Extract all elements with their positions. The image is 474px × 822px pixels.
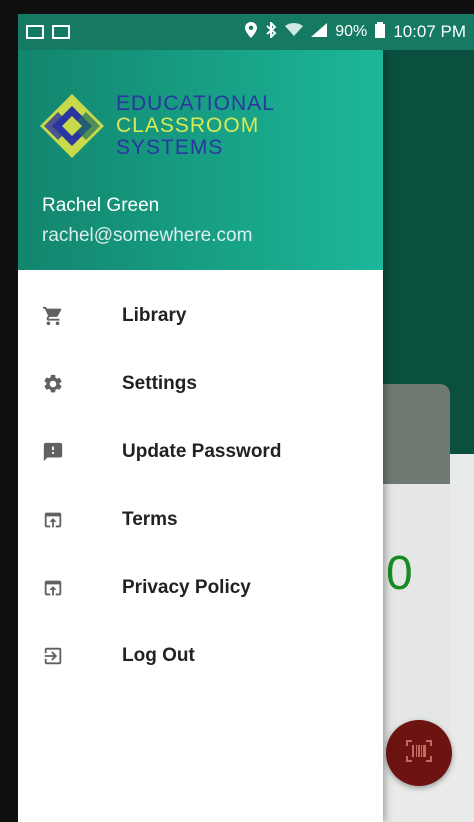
location-icon xyxy=(245,21,258,43)
battery-icon xyxy=(375,21,386,43)
menu-item-library[interactable]: Library xyxy=(18,282,383,350)
menu-item-settings[interactable]: Settings xyxy=(18,350,383,418)
image-notification-icon xyxy=(52,25,70,39)
barcode-scan-icon xyxy=(406,739,432,767)
exit-icon xyxy=(42,645,64,667)
menu-item-label: Update Password xyxy=(122,441,282,462)
user-email: rachel@somewhere.com xyxy=(42,225,253,246)
battery-percentage: 90% xyxy=(335,23,368,40)
menu-item-privacy-policy[interactable]: Privacy Policy xyxy=(18,554,383,622)
menu-item-update-password[interactable]: Update Password xyxy=(18,418,383,486)
feedback-icon xyxy=(42,441,64,463)
menu-item-label: Settings xyxy=(122,373,197,394)
status-bar: 90% 10:07 PM xyxy=(18,14,474,50)
gmail-notification-icon xyxy=(26,25,44,39)
menu-item-label: Terms xyxy=(122,509,178,530)
logo-wordmark: EDUCATIONAL CLASSROOM SYSTEMS xyxy=(116,93,275,159)
menu-item-label: Privacy Policy xyxy=(122,577,251,598)
menu-item-log-out[interactable]: Log Out xyxy=(18,622,383,690)
user-name: Rachel Green xyxy=(42,195,160,216)
menu-item-terms[interactable]: Terms xyxy=(18,486,383,554)
scan-button[interactable] xyxy=(386,720,452,786)
clock: 10:07 PM xyxy=(393,22,466,41)
wifi-icon xyxy=(285,22,304,42)
signal-icon xyxy=(311,22,328,42)
logo-line-1: EDUCATIONAL xyxy=(116,92,275,115)
logo-line-3: SYSTEMS xyxy=(116,136,224,159)
logo-line-2: CLASSROOM xyxy=(116,114,260,137)
drawer-header: EDUCATIONAL CLASSROOM SYSTEMS Rachel Gre… xyxy=(18,50,383,270)
bluetooth-icon xyxy=(265,20,277,43)
navigation-drawer: EDUCATIONAL CLASSROOM SYSTEMS Rachel Gre… xyxy=(18,50,383,822)
gear-icon xyxy=(42,373,64,395)
drawer-menu: Library Settings Update Password Terms P… xyxy=(18,282,383,690)
cart-icon xyxy=(42,305,64,327)
menu-item-label: Library xyxy=(122,305,187,326)
device-frame: 90% 10:07 PM 0 EDUCATIONAL CLASSROOM SYS… xyxy=(0,0,474,822)
logo-mark-icon xyxy=(38,92,106,160)
menu-item-label: Log Out xyxy=(122,645,195,666)
count-value: 0 xyxy=(386,547,413,600)
open-in-browser-icon xyxy=(42,509,64,531)
phone-screen: 90% 10:07 PM 0 EDUCATIONAL CLASSROOM SYS… xyxy=(18,14,474,822)
open-in-browser-icon xyxy=(42,577,64,599)
company-logo: EDUCATIONAL CLASSROOM SYSTEMS xyxy=(38,92,275,160)
